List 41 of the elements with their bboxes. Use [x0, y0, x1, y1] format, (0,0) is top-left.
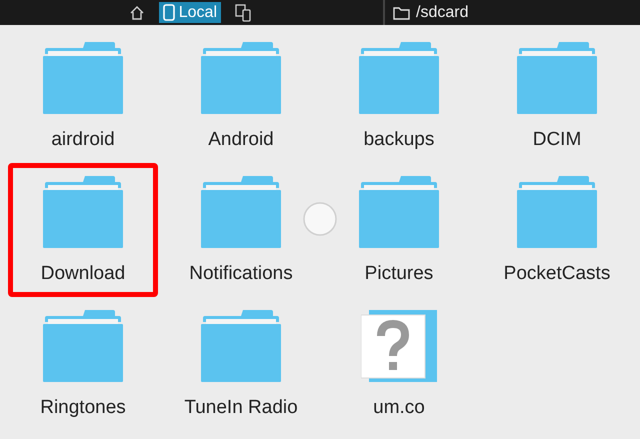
file-name: Notifications: [189, 262, 293, 286]
file-name: Download: [40, 262, 126, 286]
file-item[interactable]: um.co: [324, 297, 474, 431]
file-item[interactable]: backups: [324, 29, 474, 163]
folder-icon: [359, 42, 439, 114]
folder-icon: [359, 176, 439, 248]
folder-icon: [43, 42, 123, 114]
folder-icon: [517, 42, 597, 114]
file-name: TuneIn Radio: [184, 396, 298, 420]
unknown-file-icon: [361, 310, 437, 382]
file-item[interactable]: Android: [166, 29, 316, 163]
folder-icon: [43, 310, 123, 382]
folder-icon: [517, 176, 597, 248]
file-name: Ringtones: [40, 396, 126, 420]
file-name: Android: [208, 128, 274, 152]
file-item[interactable]: Pictures: [324, 163, 474, 297]
highlight-frame[interactable]: Download: [8, 163, 158, 297]
phone-icon: [162, 4, 175, 21]
folder-icon: [201, 310, 281, 382]
file-item[interactable]: PocketCasts: [482, 163, 632, 297]
home-icon: [128, 4, 145, 20]
file-name: airdroid: [51, 128, 115, 152]
file-name: um.co: [373, 396, 425, 420]
file-item[interactable]: Notifications: [166, 163, 316, 297]
folder-icon: [43, 176, 123, 248]
file-name: Pictures: [364, 262, 434, 286]
touch-indicator-icon: [302, 201, 338, 237]
file-name: PocketCasts: [504, 262, 610, 286]
folder-icon: [201, 176, 281, 248]
file-item[interactable]: DCIM: [482, 29, 632, 163]
devices-icon: [235, 4, 251, 22]
file-item[interactable]: airdroid: [8, 29, 158, 163]
file-name: DCIM: [532, 128, 582, 152]
devices-tab[interactable]: [233, 2, 253, 23]
file-item[interactable]: Ringtones: [8, 297, 158, 431]
folder-icon: [393, 6, 410, 20]
file-item[interactable]: TuneIn Radio: [166, 297, 316, 431]
location-tab[interactable]: Local: [158, 2, 221, 23]
folder-icon: [201, 42, 281, 114]
path-label[interactable]: /sdcard: [416, 0, 468, 24]
file-name: backups: [364, 128, 434, 152]
